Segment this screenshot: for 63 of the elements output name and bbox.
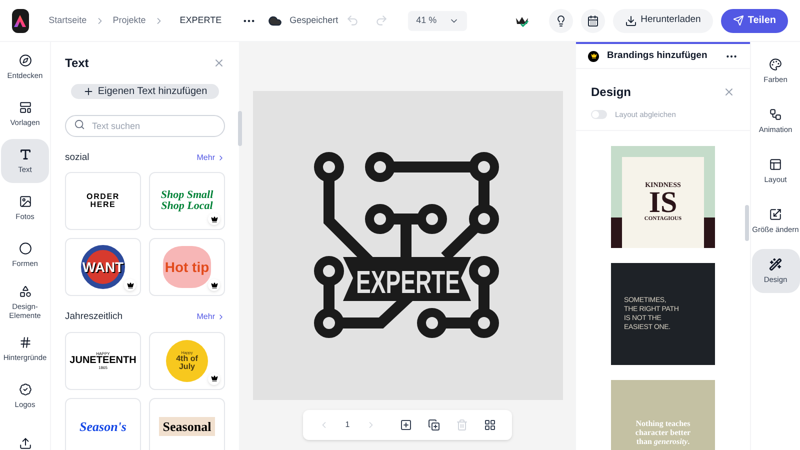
panel-title: Text [65,55,89,72]
circle-icon [18,242,32,255]
search-field[interactable]: Text suchen [65,115,225,137]
template-icon [18,101,32,114]
wand-icon [769,258,782,271]
download-icon [624,14,637,26]
send-icon [732,15,744,26]
brand-title[interactable]: Brandings hinzufügen [607,48,717,64]
type-icon [18,148,32,161]
palette-icon [769,58,782,71]
logo-text: EXPERTE [356,264,505,300]
canvas-page[interactable]: EXPERTE [252,91,562,400]
scrollbar[interactable] [745,205,749,241]
close-icon[interactable] [723,86,735,98]
cloud-icon [268,14,282,28]
add-page-icon[interactable] [400,419,412,431]
premium-badge [124,279,136,292]
duplicate-icon[interactable] [428,419,440,431]
toggle-switch[interactable] [591,110,607,119]
chevron-icon [217,154,225,162]
idea-button[interactable] [548,8,573,32]
download-button[interactable]: Herunterladen [612,8,713,32]
calendar-button[interactable] [580,8,605,32]
project-title[interactable]: EXPERTE [180,14,222,28]
compass-icon [18,54,32,67]
close-icon[interactable] [213,57,225,69]
search-icon [74,118,85,130]
section-title: Jahreszeitlich [65,310,123,324]
breadcrumb-link[interactable]: Projekte [108,14,150,28]
breadcrumb-link[interactable]: Startseite [44,14,91,28]
text-preset-card[interactable]: Season's [65,398,141,450]
save-status: Gespeichert [290,14,338,27]
plus-icon [82,86,94,97]
section-title: sozial [65,151,90,165]
more-link[interactable]: Mehr [196,152,225,164]
upload-icon [18,436,32,450]
premium-badge [208,213,220,226]
more-link[interactable]: Mehr [196,311,225,324]
text-preset-card[interactable]: Shop Small Shop Local [149,172,225,230]
chevron-icon [217,313,225,322]
crown-check-icon[interactable] [514,14,529,26]
calendar-icon [586,14,599,26]
add-text-button[interactable]: Eigenen Text hinzufügen [70,84,220,99]
grid-icon[interactable] [484,419,496,431]
scrollbar[interactable] [238,111,242,146]
app-logo[interactable] [12,8,29,32]
shapes-icon [18,284,32,298]
text-preset-card[interactable]: ORDER HERE [65,172,141,230]
premium-badge [208,372,220,384]
badge-icon [18,383,32,396]
text-preset-card[interactable]: Seasonal [149,398,225,450]
resize-icon [769,208,782,221]
zoom-dropdown[interactable]: 41 % [408,10,467,30]
pattern-icon [18,336,32,349]
layout-icon [769,158,782,171]
brand-badge [588,50,599,62]
premium-badge [208,279,220,292]
page-number: 1 [345,419,350,431]
image-icon [18,195,32,208]
panel-title: Design [591,84,632,101]
share-button[interactable]: Teilen [720,8,788,32]
nodes-icon [769,108,782,121]
lightbulb-icon [554,14,567,26]
